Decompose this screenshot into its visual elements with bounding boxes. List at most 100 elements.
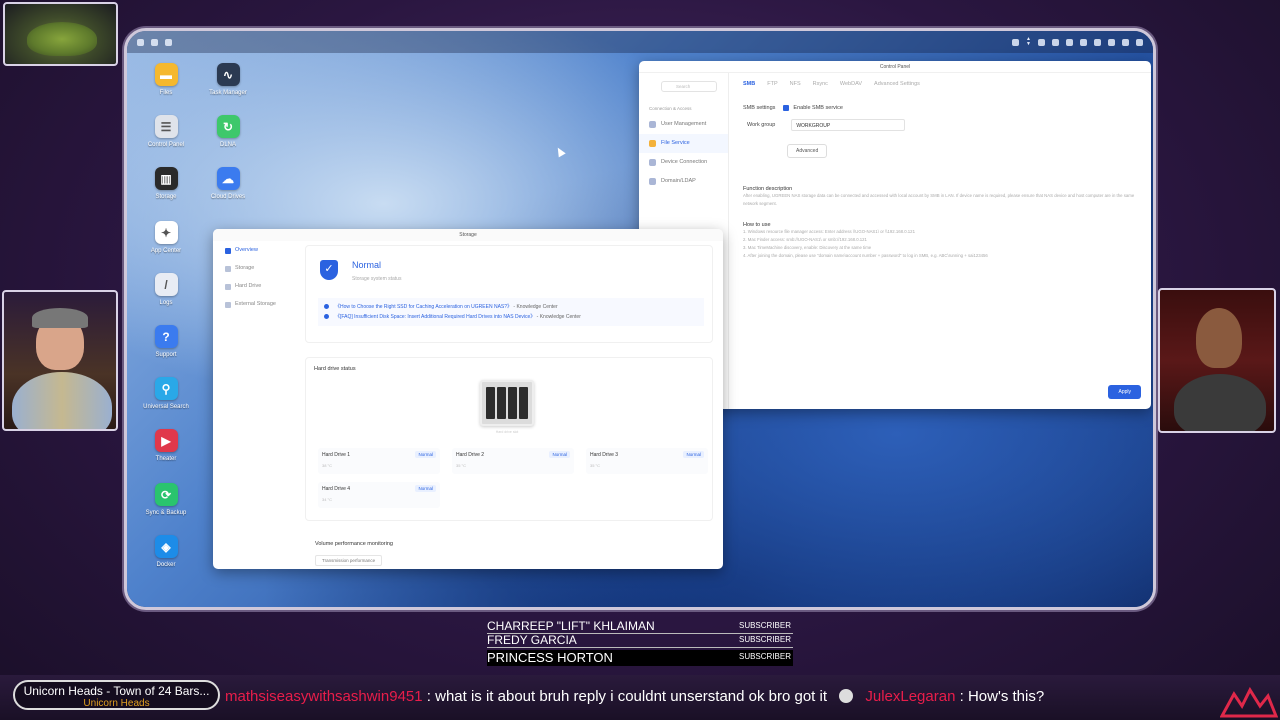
desktop-icon-logs[interactable]: / Logs	[135, 273, 197, 306]
desktop-icon-label: Storage	[155, 194, 177, 200]
smb-settings-label: SMB settings	[743, 105, 776, 111]
sync-icon: ⟳	[154, 483, 178, 506]
now-playing: Unicorn Heads - Town of 24 Bars... Unico…	[13, 680, 220, 710]
sidebar-item-external-storage[interactable]: External Storage	[213, 295, 301, 313]
chat-ticker: mathsiseasywithsashwin9451 : what is it …	[225, 688, 1045, 705]
desktop-icon-label: Logs	[159, 300, 173, 306]
function-description-text: After enabling, UGREEN NAS storage data …	[743, 193, 1135, 206]
tab-rsync[interactable]: Rsync	[813, 81, 828, 87]
sidebar-item-label: Storage	[235, 265, 255, 271]
sidebar-item-domain-ldap[interactable]: Domain/LDAP	[639, 172, 728, 191]
support-icon: ?	[154, 325, 178, 348]
sidebar-item-storage[interactable]: Storage	[213, 259, 301, 277]
sidebar-item-hard-drive[interactable]: Hard Drive	[213, 277, 301, 295]
desktop-icon-docker[interactable]: ◈ Docker	[135, 535, 197, 568]
user-icon[interactable]	[1066, 38, 1073, 46]
sidebar-item-label: Device Connection	[661, 159, 708, 165]
workgroup-input[interactable]: WORKGROUP	[791, 119, 906, 131]
hard-drive-card[interactable]: Hard Drive 3 Normal 35 °C	[586, 448, 708, 474]
sidebar-item-user-management[interactable]: User Management	[639, 115, 728, 134]
enable-smb-label: Enable SMB service	[793, 105, 843, 111]
overview-icon	[225, 248, 231, 254]
desktop-icon-support[interactable]: ? Support	[135, 325, 197, 358]
how-to-step: 4. After joining the domain, please use …	[743, 253, 988, 258]
sidebar-item-file-service[interactable]: File Service	[639, 134, 728, 153]
tab-smb[interactable]: SMB	[743, 81, 755, 87]
search-icon: ⚲	[154, 377, 178, 400]
hard-drive-status-title: Hard drive status	[314, 366, 356, 372]
knowledge-link[interactable]: 《How to Choose the Right SSD for Caching…	[324, 302, 698, 312]
sidebar-item-label: User Management	[661, 121, 707, 127]
volume-metric-select[interactable]: Transmission performance	[315, 555, 383, 566]
desktop-icon-storage[interactable]: ▥ Storage	[135, 167, 197, 200]
host-right-face	[1196, 308, 1242, 368]
menu-dots-icon[interactable]	[137, 38, 144, 46]
desktop-icon-label: Docker	[156, 562, 176, 568]
grid-icon[interactable]	[151, 38, 158, 46]
storage-status-card: ✓ Normal Storage system status 《How to C…	[305, 245, 713, 343]
how-to-step: 2. Mac Finder access: smb://UGO-NAS1\ or…	[743, 237, 867, 242]
desktop-icon-dlna[interactable]: ↻ DLNA	[197, 115, 259, 148]
sidebar-item-overview[interactable]: Overview	[213, 241, 301, 259]
desktop-icon-label: Support	[155, 352, 177, 358]
storage-sidebar: Overview Storage Hard Drive External Sto…	[213, 241, 301, 569]
notification-icon[interactable]	[1052, 38, 1059, 46]
tasks-icon[interactable]	[1038, 38, 1045, 46]
desktop-icon-sync-backup[interactable]: ⟳ Sync & Backup	[135, 483, 197, 516]
desktop-icon-universal-search[interactable]: ⚲ Universal Search	[135, 377, 197, 410]
desktop-icon-files[interactable]: ▬ Files	[135, 63, 197, 96]
hard-drive-card[interactable]: Hard Drive 1 Normal 38 °C	[318, 448, 440, 474]
sidebar-item-device-connection[interactable]: Device Connection	[639, 153, 728, 172]
window-icon[interactable]	[165, 38, 172, 46]
network-icon[interactable]	[1012, 38, 1020, 46]
desktop-icon-label: DLNA	[219, 142, 236, 148]
chat-message: How's this?	[967, 688, 1045, 705]
advanced-button[interactable]: Advanced	[787, 144, 828, 158]
how-to-step: 1. Windows resource file manager access:…	[743, 229, 915, 234]
tab-nfs[interactable]: NFS	[790, 81, 801, 87]
control-panel-icon: ☰	[154, 115, 178, 138]
sidebar-section-title: Connection & Access	[649, 106, 692, 111]
desktop-icon-label: Theater	[155, 456, 177, 462]
desktop-icon-label: Control Panel	[147, 142, 185, 148]
storage-status-subtitle: Storage system status	[352, 276, 402, 282]
desktop-icon-task-manager[interactable]: ∿ Task Manager	[197, 63, 259, 96]
volume-monitor-title: Volume performance monitoring	[315, 541, 393, 547]
minimize-icon[interactable]	[1108, 38, 1115, 46]
status-badge: Normal	[683, 451, 704, 458]
settings-icon[interactable]	[1094, 38, 1101, 46]
nas-caption: Hard drive slot	[495, 430, 519, 434]
desktop-icon-theater[interactable]: ▶ Theater	[135, 429, 197, 462]
desktop-icon-control-panel[interactable]: ☰ Control Panel	[135, 115, 197, 148]
sidebar-item-label: External Storage	[235, 301, 276, 307]
knowledge-link[interactable]: 《[FAQ] Insufficient Disk Space: Insert A…	[324, 312, 698, 322]
app-center-icon: ✦	[154, 221, 178, 244]
search-icon[interactable]	[1080, 38, 1087, 46]
tab-advanced-settings[interactable]: Advanced Settings	[874, 81, 920, 87]
hard-drive-card[interactable]: Hard Drive 4 Normal 34 °C	[318, 482, 440, 508]
sidebar-item-label: Overview	[235, 247, 258, 253]
nas-device-image	[480, 380, 534, 426]
platform-icon	[839, 689, 854, 703]
desktop-icon-app-center[interactable]: ✦ App Center	[135, 221, 197, 254]
restore-icon[interactable]	[1122, 38, 1129, 46]
desktop-icon-cloud-drives[interactable]: ☁ Cloud Drives	[197, 167, 259, 200]
hard-drive-card[interactable]: Hard Drive 2 Normal 35 °C	[452, 448, 574, 474]
search-input[interactable]: Search	[661, 81, 717, 92]
knowledge-links: 《How to Choose the Right SSD for Caching…	[318, 298, 704, 326]
chat-username: mathsiseasywithsashwin9451	[225, 688, 423, 705]
close-icon[interactable]	[1136, 38, 1143, 46]
how-to-step: 3. Mac TimeMachine discovery, enable: Di…	[743, 245, 872, 250]
sidebar-item-label: Hard Drive	[235, 283, 262, 289]
dlna-icon: ↻	[216, 115, 240, 138]
info-icon	[324, 314, 329, 320]
enable-smb-checkbox[interactable]	[783, 105, 790, 111]
tab-webdav[interactable]: WebDAV	[840, 81, 862, 87]
sidebar-item-label: Domain/LDAP	[661, 178, 696, 184]
service-tabs: SMB FTP NFS Rsync WebDAV Advanced Settin…	[743, 81, 920, 87]
apply-button[interactable]: Apply	[1108, 385, 1141, 399]
tab-ftp[interactable]: FTP	[767, 81, 777, 87]
chat-username: JulexLegaran	[865, 688, 956, 705]
storage-titlebar: Storage	[213, 229, 723, 241]
speed-readout: ▲ ▼	[1026, 36, 1031, 47]
